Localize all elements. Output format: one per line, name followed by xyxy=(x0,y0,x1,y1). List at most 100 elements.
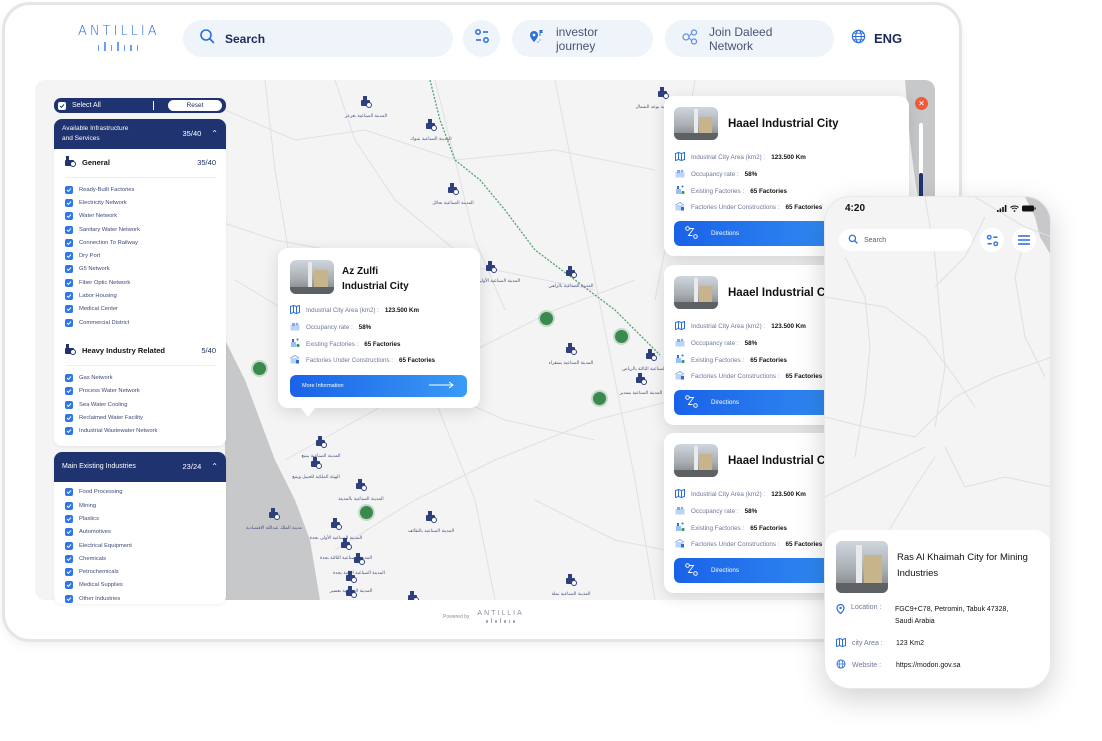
filter-checkbox-item[interactable]: Sea Water Cooling xyxy=(54,398,226,411)
checkbox-checked[interactable] xyxy=(65,265,73,274)
industry-checkbox-item[interactable]: Petrochemicals xyxy=(54,566,226,579)
checkbox-checked[interactable] xyxy=(65,400,73,409)
filter-checkbox-item[interactable]: Commercial District xyxy=(54,316,226,329)
industrial-city-marker[interactable]: المدينة الصناعية بالزلفي xyxy=(531,265,611,289)
green-category-marker[interactable] xyxy=(253,362,266,375)
language-selector[interactable]: ENG xyxy=(851,29,902,47)
infrastructure-groups: General 35/40 Ready-Built Factories Electri… xyxy=(54,149,226,446)
cards-scrollbar-thumb[interactable] xyxy=(919,173,923,198)
checkbox-checked[interactable] xyxy=(65,541,73,550)
filter-checkbox-item[interactable]: Gas Network xyxy=(54,371,226,384)
checkbox-checked[interactable] xyxy=(65,387,73,396)
checkbox-checked[interactable] xyxy=(65,278,73,287)
industrial-city-marker[interactable]: المدينة الصناعية بملة xyxy=(531,573,611,597)
industrial-city-marker[interactable]: المدينة الصناعية بتبوك xyxy=(391,118,471,142)
checkbox-checked[interactable] xyxy=(65,528,73,537)
city-thumbnail xyxy=(674,107,718,140)
filter-checkbox-item[interactable]: Process Water Network xyxy=(54,385,226,398)
industrial-city-marker[interactable]: المدينة الصناعية بجازان xyxy=(373,590,453,600)
checkbox-checked[interactable] xyxy=(65,373,73,382)
city-card-title: Haael Industrial City xyxy=(728,455,839,467)
industry-checkbox-item[interactable]: Electrical Equipment xyxy=(54,539,226,552)
checkbox-checked[interactable] xyxy=(65,568,73,577)
checkbox-checked[interactable] xyxy=(65,198,73,207)
filter-checkbox-item[interactable]: Reclaimed Water Facility xyxy=(54,411,226,424)
mobile-phone-mockup: 4:20 Search Ras Al Khaimah City for Mini… xyxy=(824,196,1051,689)
occupancy-icon xyxy=(675,506,685,517)
factory-marker-icon xyxy=(319,552,399,571)
website-link[interactable]: https://modon.gov.sa xyxy=(896,662,960,669)
filter-group-header[interactable]: Heavy Industry Related 5/40 xyxy=(54,329,226,358)
checkbox-checked[interactable] xyxy=(65,238,73,247)
divider xyxy=(66,177,216,178)
checkbox-checked[interactable] xyxy=(65,252,73,261)
filter-group-header[interactable]: General 35/40 xyxy=(54,149,226,170)
phone-filter-button[interactable] xyxy=(980,228,1004,252)
filter-checkbox-item[interactable]: Connection To Railway xyxy=(54,236,226,249)
more-information-button[interactable]: More Information xyxy=(290,375,467,397)
industrial-city-marker[interactable]: المدينة الصناعية بحائل xyxy=(413,182,493,206)
industry-checkbox-item[interactable]: Plastics xyxy=(54,512,226,525)
industrial-city-marker[interactable]: المدينة الصناعية بعرعر xyxy=(326,95,406,119)
close-icon[interactable]: ✕ xyxy=(915,97,928,110)
antillia-logo[interactable]: ANTILLIA xyxy=(78,24,158,51)
divider xyxy=(153,101,154,110)
checkbox-checked[interactable] xyxy=(65,514,73,523)
industry-checkbox-item[interactable]: Automotives xyxy=(54,526,226,539)
checkbox-checked[interactable] xyxy=(65,427,73,436)
filter-checkbox-item[interactable]: Sanitary Water Network xyxy=(54,223,226,236)
checkbox-checked[interactable] xyxy=(65,318,73,327)
select-all-checkbox[interactable] xyxy=(58,101,66,110)
phone-menu-button[interactable] xyxy=(1012,228,1036,252)
industry-checkbox-item[interactable]: Chemicals xyxy=(54,552,226,565)
chevron-up-icon[interactable]: ⌃ xyxy=(211,129,218,139)
filter-checkbox-item[interactable]: Ready-Built Factories xyxy=(54,183,226,196)
checkbox-checked[interactable] xyxy=(65,413,73,422)
checkbox-checked[interactable] xyxy=(65,501,73,510)
reset-button[interactable]: Reset xyxy=(168,100,222,111)
filter-button[interactable] xyxy=(463,20,500,57)
industry-checkbox-item[interactable]: Other Industries xyxy=(54,592,226,604)
city-detail-row: Existing Factories :65 Factories xyxy=(675,185,787,197)
industry-checkbox-item[interactable]: Medical Supplies xyxy=(54,579,226,592)
city-card-title: Haael Industrial City xyxy=(728,118,839,130)
infrastructure-panel-header[interactable]: Available Infrastructure and Services 35… xyxy=(54,119,226,149)
checkbox-checked[interactable] xyxy=(65,212,73,221)
green-category-marker[interactable] xyxy=(540,312,553,325)
chevron-up-icon[interactable]: ⌃ xyxy=(211,462,218,472)
checkbox-checked[interactable] xyxy=(65,488,73,497)
filter-checkbox-item[interactable]: Water Network xyxy=(54,210,226,223)
join-network-button[interactable]: Join Daleed Network xyxy=(665,20,834,57)
checkbox-checked[interactable] xyxy=(65,554,73,563)
map-icon xyxy=(675,320,685,332)
industrial-city-marker[interactable]: الهيئة الملكية للجبيل وينبع xyxy=(276,456,356,480)
investor-journey-button[interactable]: investor journey xyxy=(512,20,653,57)
filter-checkbox-item[interactable]: Fiber Optic Network xyxy=(54,276,226,289)
filter-checkbox-item[interactable]: G5 Network xyxy=(54,263,226,276)
phone-search-input[interactable]: Search xyxy=(839,229,972,251)
industry-checkbox-item[interactable]: Food Processing xyxy=(54,486,226,499)
industrial-city-marker[interactable]: المدينة الصناعية بشقراء xyxy=(531,342,611,366)
filter-checkbox-item[interactable]: Dry Port xyxy=(54,249,226,262)
filter-checkbox-item[interactable]: Industrial Wastewater Network xyxy=(54,424,226,437)
green-category-marker[interactable] xyxy=(360,506,373,519)
industries-panel-header[interactable]: Main Existing Industries 23/24 ⌃ xyxy=(54,451,226,482)
industrial-city-marker[interactable]: المدينة الصناعية بالطائف xyxy=(391,510,471,534)
checkbox-checked[interactable] xyxy=(65,225,73,234)
green-category-marker[interactable] xyxy=(593,392,606,405)
industrial-city-marker[interactable]: المدينة الصناعية بالمدينة xyxy=(321,478,401,502)
filter-checkbox-item[interactable]: Electricity Network xyxy=(54,196,226,209)
checkbox-checked[interactable] xyxy=(65,594,73,603)
checkbox-checked[interactable] xyxy=(65,185,73,194)
search-input[interactable]: Search xyxy=(183,20,453,57)
checkbox-checked[interactable] xyxy=(65,305,73,314)
city-detail-row: Industrial City Area (km2) :123.500 Km xyxy=(675,488,806,500)
checkbox-checked[interactable] xyxy=(65,581,73,590)
green-category-marker[interactable] xyxy=(615,330,628,343)
filter-checkbox-item[interactable]: Labor Housing xyxy=(54,289,226,302)
industry-checkbox-item[interactable]: Mining xyxy=(54,499,226,512)
map-icon xyxy=(675,151,685,163)
checkbox-checked[interactable] xyxy=(65,292,73,301)
city-detail-row: Occupancy rate :58% xyxy=(675,169,757,180)
filter-checkbox-item[interactable]: Medical Center xyxy=(54,303,226,316)
